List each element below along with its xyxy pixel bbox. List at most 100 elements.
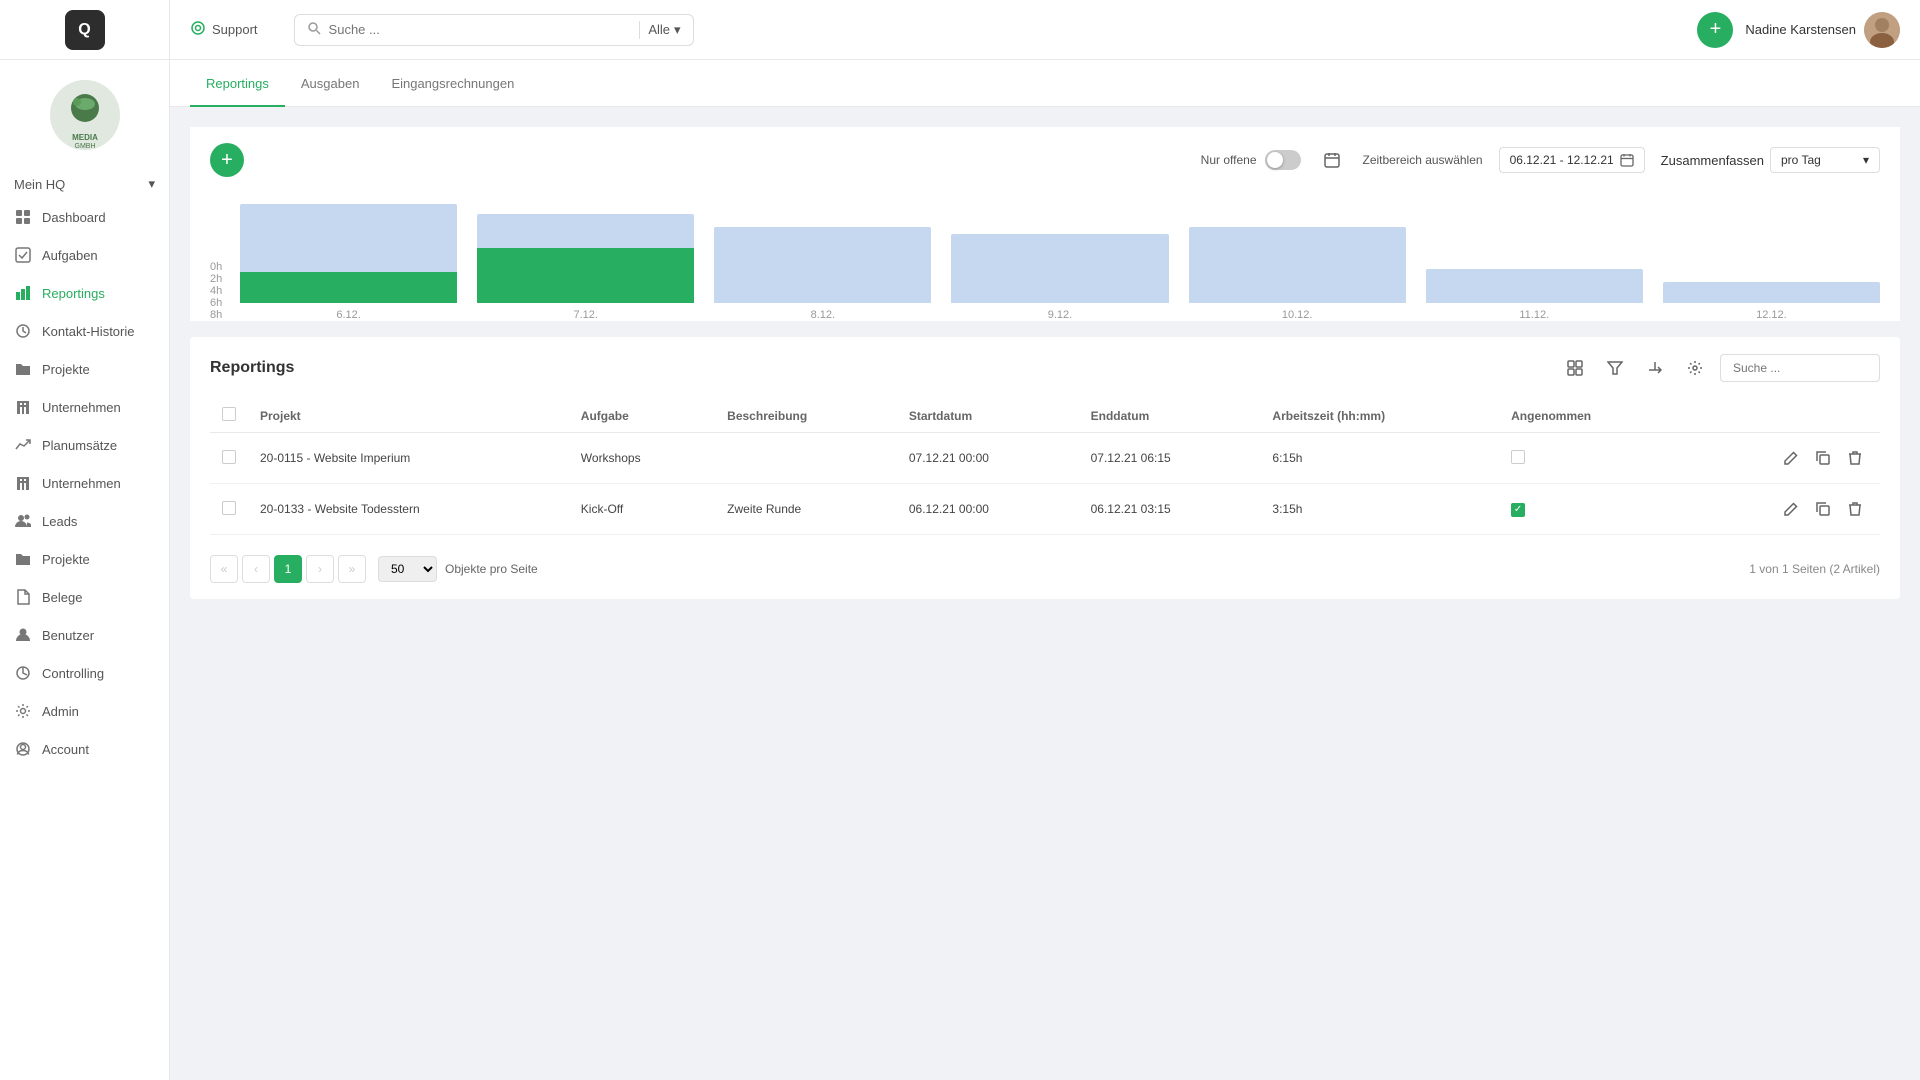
page-last-button[interactable]: » [338,555,366,583]
sidebar-item-unternehmen[interactable]: Unternehmen [0,464,169,502]
user-profile[interactable]: Nadine Karstensen [1745,12,1900,48]
col-beschreibung: Beschreibung [715,399,897,433]
row1-checkbox[interactable] [222,450,236,464]
logo-icon[interactable]: Q [65,10,105,50]
mein-hq-item[interactable]: Mein HQ ▾ [0,170,169,198]
search-scope-button[interactable]: Alle ▾ [648,22,680,38]
calendar-icon [1620,153,1634,167]
pagination-left: « ‹ 1 › » 50 25 100 Objekte pro Seite [210,555,538,583]
search-chevron-icon: ▾ [674,22,681,38]
users-icon [14,512,32,530]
select-all-checkbox[interactable] [222,407,236,421]
toolbar-left: + [210,143,244,177]
col-projekt: Projekt [248,399,569,433]
search-input[interactable] [329,22,632,37]
zusammenfassen-label: Zusammenfassen [1661,153,1764,168]
bar-green-1 [240,272,457,303]
row2-actions [1681,484,1880,535]
table-title: Reportings [210,359,294,377]
company-avatar: MEDIA GMBH [50,80,120,150]
support-link[interactable]: Support [190,20,258,39]
calendar-view-button[interactable] [1317,145,1347,175]
table-filter-button[interactable] [1600,353,1630,383]
sidebar-item-planumssaetze[interactable]: Planumsätze [0,426,169,464]
bar-total-2 [477,214,694,248]
sidebar-item-reportings-label: Reportings [42,286,105,301]
sidebar-item-account[interactable]: Account [0,730,169,768]
search-container[interactable]: Alle ▾ [294,14,694,46]
bar-group-7 [1663,193,1880,303]
user-avatar [1864,12,1900,48]
sidebar-item-controlling[interactable]: Controlling [0,654,169,692]
row2-checkbox[interactable] [222,501,236,515]
sidebar-item-benutzer-label: Benutzer [42,628,94,643]
nur-offene-switch[interactable] [1265,150,1301,170]
tab-ausgaben[interactable]: Ausgaben [285,60,376,107]
table-export-button[interactable] [1640,353,1670,383]
table-settings-button[interactable] [1680,353,1710,383]
sidebar-item-aufgaben[interactable]: Aufgaben [0,236,169,274]
row2-angenommen-checkbox[interactable] [1511,503,1525,517]
row2-delete-button[interactable] [1842,496,1868,522]
row2-angenommen [1499,484,1681,535]
col-actions [1681,399,1880,433]
row1-angenommen-checkbox[interactable] [1511,450,1525,464]
row1-projekt: 20-0115 - Website Imperium [248,433,569,484]
sidebar-item-kontakt-historie[interactable]: Kontakt-Historie [0,312,169,350]
tab-reportings[interactable]: Reportings [190,60,285,107]
sidebar-item-unternehmen-top[interactable]: Unternehmen [0,388,169,426]
x-label-6: 11.12. [1426,309,1643,321]
row1-angenommen [1499,433,1681,484]
page-prev-button[interactable]: ‹ [242,555,270,583]
sidebar-item-controlling-label: Controlling [42,666,104,681]
table-section: Reportings [190,337,1900,599]
topbar-right: + Nadine Karstensen [1697,12,1900,48]
sidebar-item-admin[interactable]: Admin [0,692,169,730]
col-arbeitszeit: Arbeitszeit (hh:mm) [1260,399,1499,433]
bar-group-6 [1426,193,1643,303]
date-range-picker[interactable]: 06.12.21 - 12.12.21 [1499,147,1645,173]
row1-edit-button[interactable] [1778,445,1804,471]
per-page-select[interactable]: 50 25 100 [378,556,437,582]
page-first-button[interactable]: « [210,555,238,583]
sidebar-item-benutzer[interactable]: Benutzer [0,616,169,654]
page-next-button[interactable]: › [306,555,334,583]
table-row: 20-0133 - Website Todesstern Kick-Off Zw… [210,484,1880,535]
zusammenfassen-select[interactable]: pro Tag ▾ [1770,147,1880,173]
col-enddatum: Enddatum [1079,399,1261,433]
global-add-button[interactable]: + [1697,12,1733,48]
sidebar-item-dashboard-label: Dashboard [42,210,106,225]
row1-copy-button[interactable] [1810,445,1836,471]
row1-beschreibung [715,433,897,484]
sidebar-item-projekte[interactable]: Projekte [0,540,169,578]
bar-group-3 [714,193,931,303]
table-grid-view-button[interactable] [1560,353,1590,383]
sidebar-item-unternehmen-top-label: Unternehmen [42,400,121,415]
add-reporting-button[interactable]: + [210,143,244,177]
bar-green-2 [477,248,694,303]
row2-enddatum: 06.12.21 03:15 [1079,484,1261,535]
sidebar-item-dashboard[interactable]: Dashboard [0,198,169,236]
folder2-icon [14,550,32,568]
bar-total-3 [714,227,931,303]
bar-group-2 [477,193,694,303]
table-search-input[interactable] [1720,354,1880,382]
row2-projekt: 20-0133 - Website Todesstern [248,484,569,535]
bars-row [240,193,1880,303]
main-content: Support Alle ▾ + Nadine Karstensen [170,0,1920,1080]
reportings-table: Projekt Aufgabe Beschreibung Startdatum … [210,399,1880,535]
col-angenommen: Angenommen [1499,399,1681,433]
search-divider [639,21,640,39]
table-row: 20-0115 - Website Imperium Workshops 07.… [210,433,1880,484]
col-startdatum: Startdatum [897,399,1079,433]
sidebar-item-belege[interactable]: Belege [0,578,169,616]
page-1-button[interactable]: 1 [274,555,302,583]
sidebar-item-reportings[interactable]: Reportings [0,274,169,312]
sidebar-item-leads[interactable]: Leads [0,502,169,540]
row2-edit-button[interactable] [1778,496,1804,522]
row2-copy-button[interactable] [1810,496,1836,522]
row1-delete-button[interactable] [1842,445,1868,471]
x-label-3: 8.12. [714,309,931,321]
sidebar-item-projekte-top[interactable]: Projekte [0,350,169,388]
tab-eingangsrechnungen[interactable]: Eingangsrechnungen [375,60,530,107]
